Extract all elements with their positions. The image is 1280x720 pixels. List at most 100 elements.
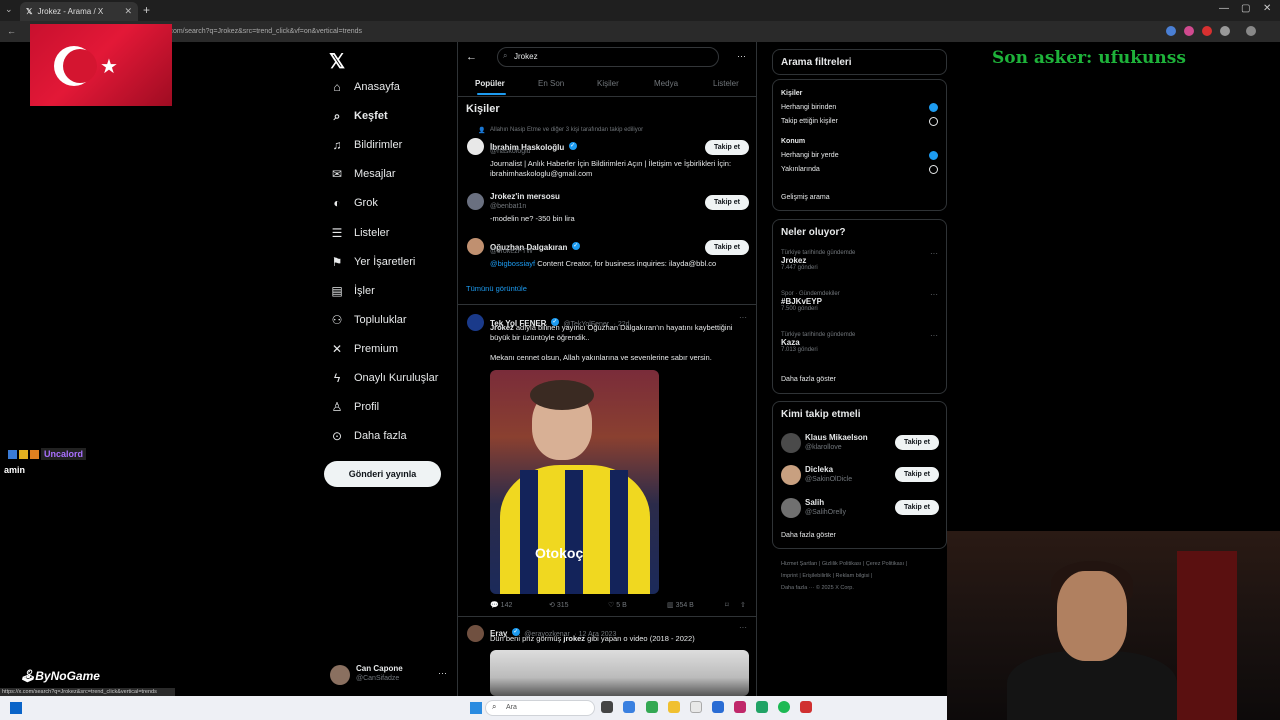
follow-button[interactable]: Takip et (705, 140, 749, 155)
radio-checked[interactable] (929, 151, 938, 160)
app-icon[interactable] (756, 701, 768, 713)
suggest-name[interactable]: Salih (805, 498, 824, 507)
avatar[interactable] (467, 193, 484, 210)
extension-icon[interactable] (1202, 26, 1212, 36)
app-icon[interactable] (734, 701, 746, 713)
follow-button[interactable]: Takip et (705, 195, 749, 210)
views-button[interactable]: ▥ 354 B (667, 601, 694, 609)
nav-item-list[interactable]: ☰ Listeler (330, 226, 390, 240)
nav-item-bookmark[interactable]: ⚑ Yer İşaretleri (330, 255, 416, 269)
app-icon[interactable] (690, 701, 702, 713)
app-icon[interactable] (712, 701, 724, 713)
nav-item-search[interactable]: ⌕ Keşfet (330, 109, 388, 123)
radio-unchecked[interactable] (929, 165, 938, 174)
reply-button[interactable]: 💬 142 (490, 601, 512, 609)
like-button[interactable]: ♡ 5 B (608, 601, 627, 609)
trend-item[interactable]: Türkiye tarihinde gündemde Jrokez 7.447 … (781, 250, 855, 271)
filter-option[interactable]: Herhangi birinden (781, 104, 836, 111)
post-button[interactable]: Gönderi yayınla (324, 461, 441, 487)
app-icon[interactable] (800, 701, 812, 713)
retweet-button[interactable]: ⟲ 315 (549, 601, 569, 609)
extension-icon[interactable] (1184, 26, 1194, 36)
taskbar-search-input[interactable]: Ara (485, 700, 595, 716)
close-window-icon[interactable]: ✕ (1263, 3, 1271, 14)
maximize-icon[interactable]: ▢ (1241, 3, 1250, 14)
x-logo-icon[interactable]: 𝕏 (329, 49, 345, 74)
avatar[interactable] (467, 238, 484, 255)
filter-option[interactable]: Herhangi bir yerde (781, 152, 839, 159)
chrome-icon[interactable] (646, 701, 658, 713)
app-icon[interactable] (623, 701, 635, 713)
nav-item-people[interactable]: ⚇ Topluluklar (330, 313, 407, 327)
advanced-search-link[interactable]: Gelişmiş arama (781, 194, 830, 201)
extensions-puzzle-icon[interactable] (1220, 26, 1230, 36)
follow-button[interactable]: Takip et (895, 435, 939, 450)
footer-link[interactable]: Hizmet Şartları (781, 561, 817, 567)
nav-item-home[interactable]: ⌂ Anasayfa (330, 80, 400, 94)
suggest-name[interactable]: Klaus Mikaelson (805, 433, 868, 442)
share-icon[interactable]: ⇧ (740, 601, 746, 609)
follow-button[interactable]: Takip et (705, 240, 749, 255)
more-icon[interactable]: ··· (930, 290, 938, 299)
spotify-icon[interactable] (778, 701, 790, 713)
avatar[interactable] (781, 498, 801, 518)
avatar[interactable] (467, 625, 484, 642)
footer-link[interactable]: Gizlilik Politikası (822, 561, 861, 567)
footer-link[interactable]: Erişilebilirlik (802, 573, 831, 579)
nav-item-more-circle[interactable]: ⊙ Daha fazla (330, 429, 407, 443)
more-icon[interactable]: ··· (930, 331, 938, 340)
browser-tab[interactable]: 𝕏 Jrokez - Arama / X ✕ (20, 2, 138, 21)
tab-popular[interactable]: Popüler (475, 79, 505, 88)
nav-item-briefcase[interactable]: ▤ İşler (330, 284, 374, 298)
mention-link[interactable]: @bigbossiayf (490, 259, 535, 268)
bookmark-icon[interactable]: ⌑ (725, 601, 729, 609)
follow-button[interactable]: Takip et (895, 467, 939, 482)
new-tab-icon[interactable]: + (143, 3, 150, 17)
tab-people[interactable]: Kişiler (597, 79, 619, 88)
radio-unchecked[interactable] (929, 117, 938, 126)
profile-avatar-icon[interactable] (1246, 26, 1256, 36)
nav-item-bell[interactable]: ♫ Bildirimler (330, 138, 403, 152)
tab-lists[interactable]: Listeler (713, 79, 739, 88)
extension-icon[interactable] (1166, 26, 1176, 36)
more-icon[interactable]: ··· (438, 668, 447, 678)
tweet-photo[interactable]: Otokoç (490, 370, 659, 594)
trend-item[interactable]: Türkiye tarihinde gündemde Kaza 7.013 gö… (781, 332, 855, 353)
back-arrow-icon[interactable]: ← (466, 51, 477, 63)
footer-link[interactable]: Imprint (781, 573, 798, 579)
show-more-link[interactable]: Daha fazla göster (781, 532, 836, 539)
task-view-icon[interactable] (601, 701, 613, 713)
show-more-link[interactable]: Daha fazla göster (781, 376, 836, 383)
url-field[interactable]: x.com/search?q=Jrokez&src=trend_click&vf… (164, 24, 1114, 39)
footer-link[interactable]: Daha fazla ··· (781, 585, 814, 591)
more-icon[interactable]: ··· (739, 313, 747, 322)
minimize-icon[interactable]: — (1219, 3, 1229, 14)
more-icon[interactable]: ··· (930, 249, 938, 258)
avatar[interactable] (467, 138, 484, 155)
trend-item[interactable]: Spor · Gündemdekiler #BJKvEYP 7.500 gönd… (781, 291, 840, 312)
show-all-link[interactable]: Tümünü görüntüle (466, 284, 527, 293)
person-name[interactable]: Jrokez'in mersosu (490, 192, 560, 201)
tweet-video[interactable] (490, 650, 749, 696)
file-explorer-icon[interactable] (668, 701, 680, 713)
filter-option[interactable]: Yakınlarında (781, 166, 820, 173)
more-icon[interactable]: ··· (739, 623, 747, 632)
tab-latest[interactable]: En Son (538, 79, 564, 88)
tab-media[interactable]: Medya (654, 79, 678, 88)
search-input[interactable]: Jrokez (497, 47, 719, 67)
avatar[interactable] (781, 465, 801, 485)
nav-item-x[interactable]: ✕ Premium (330, 342, 398, 356)
nav-item-bolt[interactable]: ϟ Onaylı Kuruluşlar (330, 371, 439, 385)
account-switcher[interactable]: Can Capone @CanSifadze ··· (330, 663, 455, 688)
more-icon[interactable]: ··· (737, 51, 746, 61)
tab-list-icon[interactable]: ⌄ (5, 4, 13, 15)
close-tab-icon[interactable]: ✕ (124, 6, 132, 17)
nav-item-mail[interactable]: ✉ Mesajlar (330, 167, 396, 181)
follow-button[interactable]: Takip et (895, 500, 939, 515)
back-arrow-icon[interactable]: ← (7, 26, 16, 36)
nav-item-grok[interactable]: ◐ Grok (330, 196, 377, 210)
footer-link[interactable]: Reklam bilgisi (836, 573, 870, 579)
start-icon[interactable] (10, 702, 22, 714)
nav-item-person[interactable]: ♙ Profil (330, 400, 379, 414)
filter-option[interactable]: Takip ettiğin kişiler (781, 118, 838, 125)
